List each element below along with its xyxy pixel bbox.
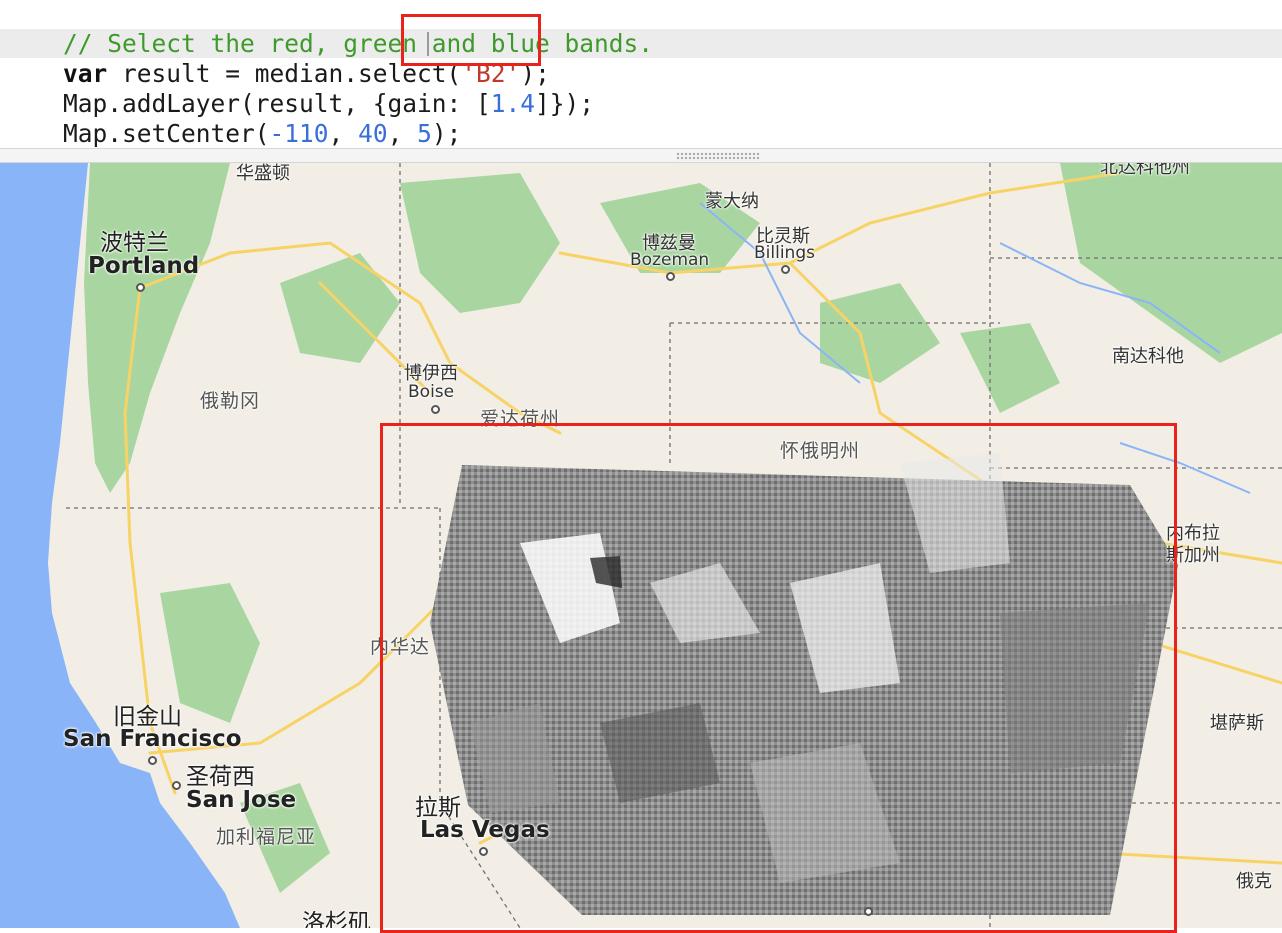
label-oklahoma: 俄克 [1236, 871, 1272, 892]
drag-handle-icon[interactable] [676, 152, 760, 161]
satellite-image-overlay [430, 453, 1178, 915]
label-oregon: 俄勒冈 [200, 390, 261, 412]
label-north-dakota: 北达科他州 [1100, 163, 1190, 178]
label-sj-en: San Jose [186, 787, 297, 813]
code-editor[interactable]: // Select the red, green and blue bands.… [0, 0, 1282, 148]
city-dot-billings[interactable] [781, 265, 790, 274]
text-cursor [427, 32, 429, 56]
label-idaho: 爱达荷州 [480, 408, 561, 430]
city-dot-las-vegas[interactable] [479, 847, 488, 856]
label-nebraska-2: 斯加州 [1166, 545, 1220, 566]
code-line-2[interactable]: var result = median.select('B2'); [4, 29, 550, 88]
label-montana: 蒙大纳 [705, 191, 759, 212]
code-line-3[interactable]: Map.addLayer(result, {gain: [1.4]}); [4, 59, 594, 118]
label-sf-en: San Francisco [63, 726, 242, 752]
city-dot-portland[interactable] [136, 283, 145, 292]
panel-splitter[interactable] [0, 148, 1282, 163]
code-text: , [328, 119, 359, 148]
label-billings-en: Billings [754, 243, 815, 263]
label-portland-cn: 波特兰 [100, 230, 169, 256]
city-dot-san-jose[interactable] [172, 781, 181, 790]
label-bozeman-en: Bozeman [630, 250, 710, 270]
code-number-gain: 1.4 [490, 89, 536, 118]
code-text: , [387, 119, 418, 148]
label-la-cn: 洛杉矶 [302, 910, 371, 928]
code-line-1[interactable]: // Select the red, green and blue bands. [4, 0, 653, 58]
label-washington: 华盛顿 [236, 163, 290, 184]
label-kansas: 堪萨斯 [1210, 713, 1264, 734]
code-number-lat: 40 [358, 119, 388, 148]
label-nevada: 内华达 [370, 636, 431, 658]
city-dot-boise[interactable] [431, 405, 440, 414]
label-wyoming: 怀俄明州 [780, 440, 861, 462]
code-line-4[interactable]: Map.setCenter(-110, 40, 5); [4, 89, 461, 148]
city-dot-bozeman[interactable] [666, 272, 675, 281]
label-sj-cn: 圣荷西 [186, 764, 255, 790]
code-number-lon: -110 [269, 119, 329, 148]
label-south-dakota: 南达科他 [1112, 346, 1184, 367]
label-boise-en: Boise [408, 382, 455, 402]
label-lv-en: Las Vegas [420, 817, 550, 843]
code-text: ); [431, 119, 462, 148]
label-california: 加利福尼亚 [216, 826, 317, 848]
label-portland-en: Portland [88, 253, 200, 279]
code-text: Map.setCenter( [63, 119, 270, 148]
city-dot-unnamed[interactable] [864, 907, 873, 916]
city-dot-san-francisco[interactable] [148, 756, 157, 765]
code-text: ]}); [535, 89, 595, 118]
map-view[interactable]: 华盛顿 蒙大纳 北达科他州 波特兰 Portland 博兹曼 Bozeman 比… [0, 163, 1282, 928]
code-number-zoom: 5 [417, 119, 432, 148]
